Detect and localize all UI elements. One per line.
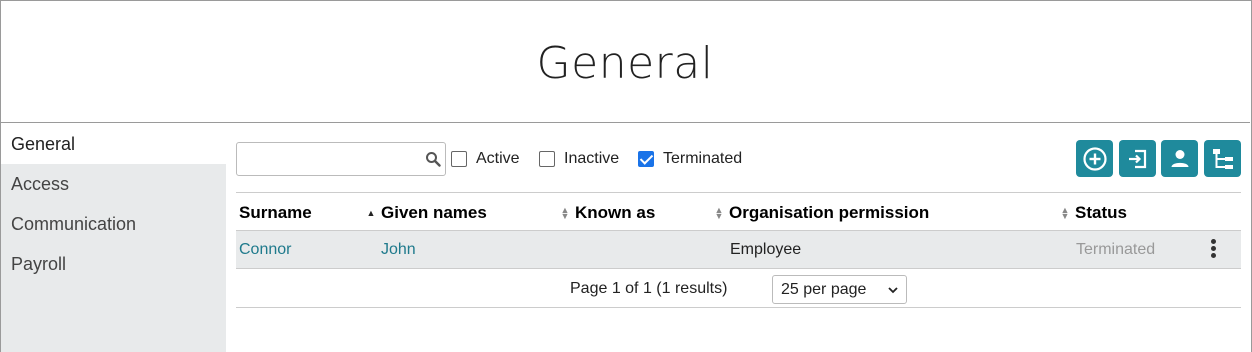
active-checkbox[interactable] bbox=[451, 151, 467, 167]
hierarchy-button[interactable] bbox=[1204, 140, 1241, 177]
filter-inactive[interactable]: Inactive bbox=[539, 150, 619, 168]
search-box bbox=[236, 142, 446, 176]
column-surname[interactable]: Surname bbox=[239, 203, 312, 223]
column-status[interactable]: ▲ ▼ Status bbox=[1060, 203, 1127, 223]
per-page-value: 25 per page bbox=[781, 281, 867, 298]
status-cell: Terminated bbox=[1076, 241, 1156, 258]
column-given-names[interactable]: ▲ Given names bbox=[366, 203, 487, 223]
column-organisation-permission-label: Organisation permission bbox=[729, 203, 930, 222]
search-input[interactable] bbox=[237, 143, 417, 175]
surname-link[interactable]: Connor bbox=[239, 241, 291, 259]
sort-both-icon: ▲ ▼ bbox=[1060, 205, 1070, 221]
sidebar-item-access[interactable]: Access bbox=[1, 164, 226, 204]
per-page-select[interactable]: 25 per page bbox=[772, 275, 907, 304]
main-content: Active Inactive Terminated Surname ▲ Giv… bbox=[236, 124, 1241, 352]
filter-active[interactable]: Active bbox=[451, 150, 520, 168]
sort-both-icon: ▲ ▼ bbox=[714, 205, 724, 221]
sidebar-item-payroll[interactable]: Payroll bbox=[1, 244, 226, 284]
person-button[interactable] bbox=[1161, 140, 1198, 177]
person-icon bbox=[1171, 149, 1188, 167]
given-names-link[interactable]: John bbox=[381, 241, 416, 259]
sort-both-icon: ▲ ▼ bbox=[560, 205, 570, 221]
filter-terminated-label: Terminated bbox=[663, 150, 743, 167]
filter-inactive-label: Inactive bbox=[564, 150, 620, 167]
import-button[interactable] bbox=[1119, 140, 1156, 177]
column-given-names-label: Given names bbox=[381, 203, 487, 222]
sidebar: General Access Communication Payroll bbox=[1, 124, 226, 352]
column-known-as-label: Known as bbox=[575, 203, 656, 222]
column-organisation-permission[interactable]: ▲ ▼ Organisation permission bbox=[714, 203, 930, 223]
page-header: General bbox=[0, 0, 1250, 123]
employee-table: Surname ▲ Given names ▲ ▼ Known as ▲ ▼ Org… bbox=[236, 192, 1241, 308]
filter-active-label: Active bbox=[476, 150, 520, 167]
filter-terminated[interactable]: Terminated bbox=[638, 150, 742, 168]
sidebar-item-communication[interactable]: Communication bbox=[1, 204, 226, 244]
search-icon[interactable] bbox=[425, 151, 441, 167]
add-circle-icon bbox=[1082, 146, 1107, 171]
column-surname-label: Surname bbox=[239, 203, 312, 222]
column-status-label: Status bbox=[1075, 203, 1127, 222]
row-menu-icon[interactable] bbox=[1203, 239, 1223, 261]
pagination-summary: Page 1 of 1 (1 results) bbox=[570, 280, 728, 297]
table-header: Surname ▲ Given names ▲ ▼ Known as ▲ ▼ Org… bbox=[236, 192, 1241, 231]
hierarchy-icon bbox=[1212, 148, 1233, 169]
terminated-checkbox[interactable] bbox=[638, 151, 654, 167]
sidebar-item-general[interactable]: General bbox=[1, 124, 226, 164]
pagination: Page 1 of 1 (1 results) 25 per page bbox=[236, 269, 1241, 308]
organisation-permission-cell: Employee bbox=[730, 241, 802, 258]
page-title: General bbox=[536, 37, 714, 89]
chevron-down-icon bbox=[888, 287, 898, 294]
table-row: Connor John Employee Terminated bbox=[236, 231, 1241, 269]
inactive-checkbox[interactable] bbox=[539, 151, 555, 167]
import-icon bbox=[1128, 149, 1146, 168]
sort-ascending-icon: ▲ bbox=[366, 208, 376, 218]
column-known-as[interactable]: ▲ ▼ Known as bbox=[560, 203, 656, 223]
add-button[interactable] bbox=[1076, 140, 1113, 177]
